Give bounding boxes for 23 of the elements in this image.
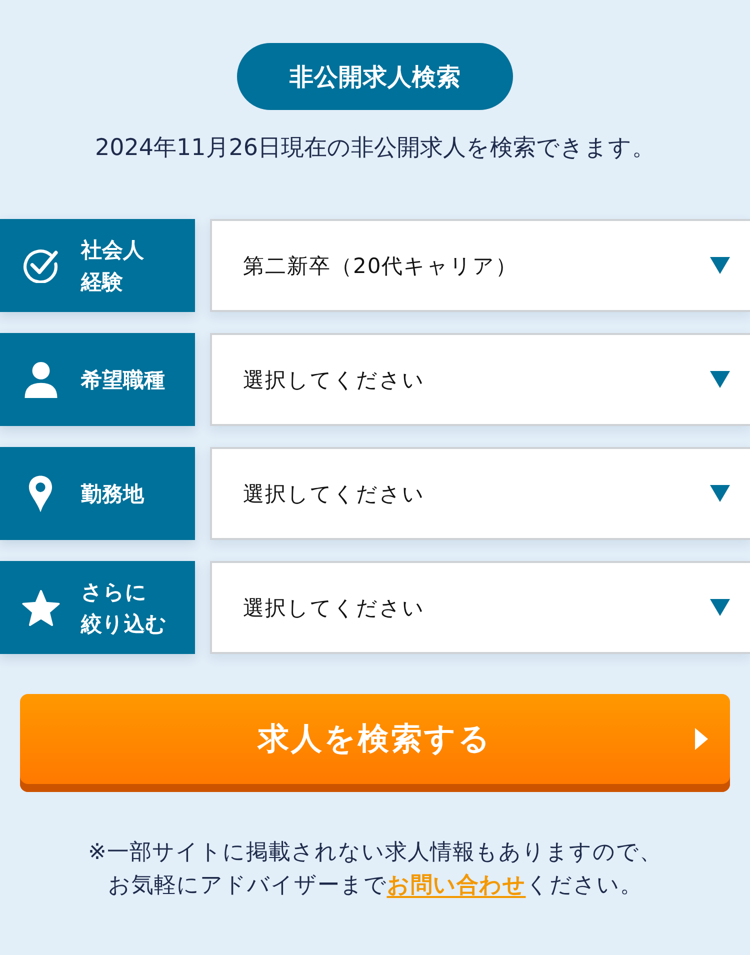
filter-label-text: 経験 (81, 268, 124, 296)
filter-label-text: 社会人 (81, 236, 144, 264)
dropdown-field[interactable]: 選択してください (210, 561, 750, 654)
notice-text: ※一部サイトに掲載されない求人情報もありますので、 (88, 839, 662, 867)
filter-label-text: 絞り込む (81, 610, 167, 638)
filter-label-text: さらに (81, 578, 148, 606)
notice-text: お気軽にアドバイザーまでお問い合わせ ください。 (108, 872, 642, 900)
dropdown-field[interactable]: 選択してください (210, 447, 750, 540)
page-title: 非公開求人検索 (237, 43, 513, 110)
dropdown-field[interactable]: 第二新卒（20代キャリア） (210, 219, 750, 312)
caret-down-icon (710, 485, 730, 502)
check-circle-icon (22, 248, 58, 283)
dropdown-field[interactable]: 選択してください (210, 333, 750, 426)
caret-down-icon (710, 257, 730, 274)
caret-down-icon (710, 599, 730, 616)
map-pin-icon (28, 474, 53, 514)
filter-label-text: 勤務地 (81, 480, 144, 508)
caret-right-icon (695, 728, 708, 750)
star-icon (22, 590, 60, 626)
filter-label-text: 希望職種 (81, 366, 165, 394)
subtitle-text: 2024年11月26日現在の非公開求人を検索できます。 (94, 134, 656, 163)
person-icon (24, 362, 58, 398)
caret-down-icon (710, 371, 730, 388)
